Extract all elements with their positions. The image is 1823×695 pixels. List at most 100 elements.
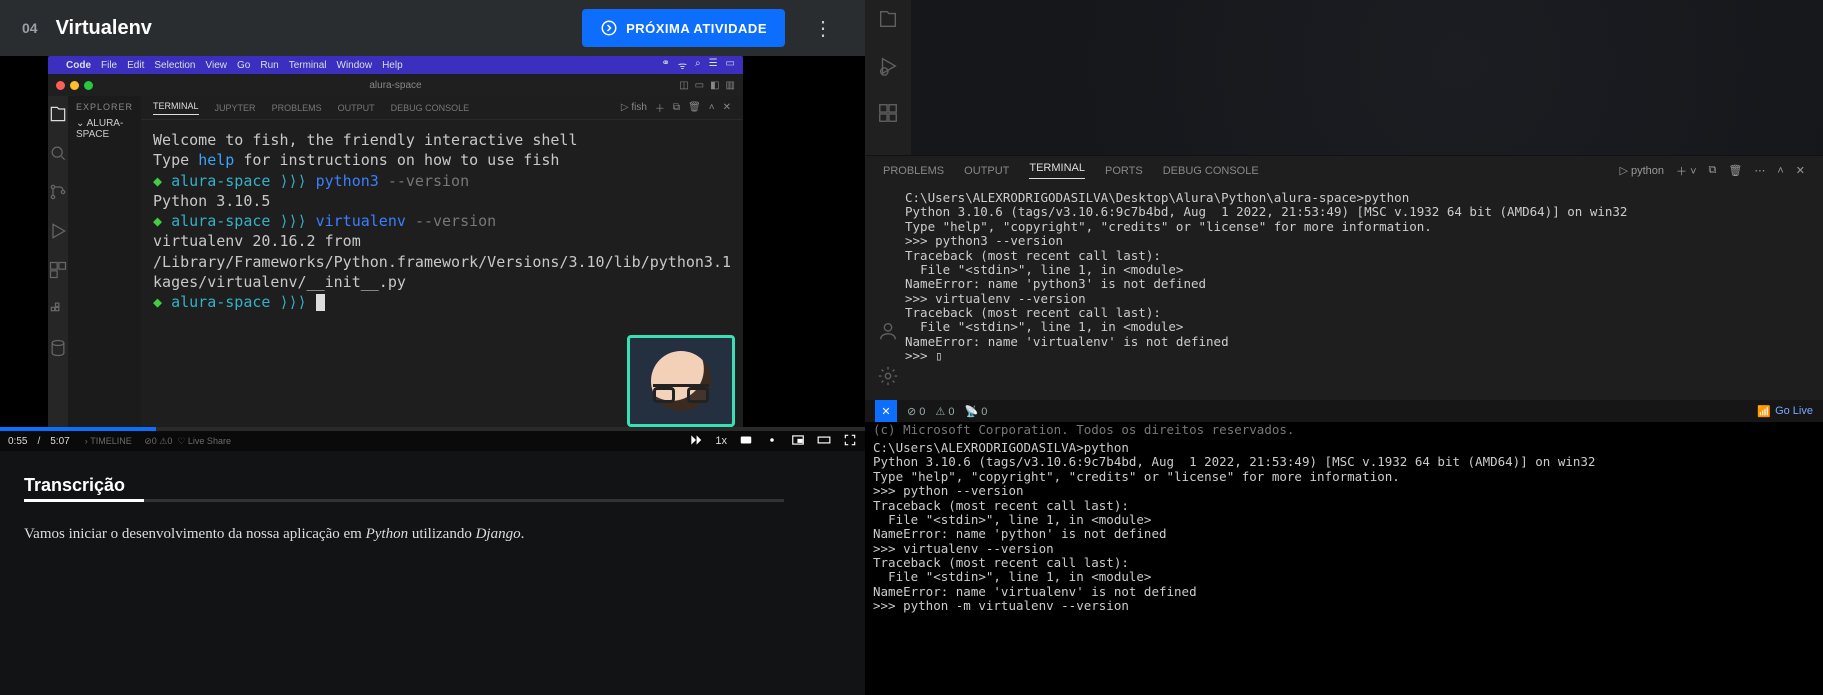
next-activity-button[interactable]: PRÓXIMA ATIVIDADE bbox=[582, 9, 785, 47]
tab-debug-console[interactable]: DEBUG CONSOLE bbox=[391, 103, 470, 113]
menu-edit[interactable]: Edit bbox=[127, 60, 144, 71]
video-frame: Code File Edit Selection View Go Run Ter… bbox=[48, 56, 743, 431]
shell-fish-icon[interactable]: ▷ fish bbox=[621, 102, 647, 113]
window-title: alura-space bbox=[369, 80, 421, 91]
menu-view[interactable]: View bbox=[206, 60, 228, 71]
transcript-section: Transcrição Vamos iniciar o desenvolvime… bbox=[0, 451, 865, 567]
menu-selection[interactable]: Selection bbox=[154, 60, 195, 71]
status-warnings[interactable]: ⚠ 0 bbox=[935, 405, 954, 418]
menu-terminal[interactable]: Terminal bbox=[289, 60, 327, 71]
run-debug-icon[interactable] bbox=[877, 55, 899, 82]
transcript-body: Vamos iniciar o desenvolvimento da nossa… bbox=[24, 526, 841, 543]
docker-icon[interactable] bbox=[48, 299, 68, 324]
menu-help[interactable]: Help bbox=[382, 60, 403, 71]
database-icon[interactable] bbox=[48, 338, 68, 363]
window-close-icon[interactable] bbox=[56, 81, 65, 90]
arrow-right-circle-icon bbox=[600, 19, 618, 37]
playback-speed[interactable]: 1x bbox=[715, 435, 727, 447]
accounts-icon[interactable] bbox=[877, 320, 899, 347]
explorer-folder[interactable]: ⌄ ALURA-SPACE bbox=[76, 118, 133, 140]
window-minimize-icon[interactable] bbox=[70, 81, 79, 90]
menu-run[interactable]: Run bbox=[260, 60, 278, 71]
lesson-title: Virtualenv bbox=[56, 17, 152, 40]
go-live-button[interactable]: 📶 Go Live bbox=[1757, 405, 1813, 418]
wifi-icon: ᯤ bbox=[678, 58, 687, 72]
search-icon: ⌕ bbox=[695, 58, 701, 72]
more-menu-icon[interactable]: ⋮ bbox=[803, 16, 843, 41]
panel-tabs: TERMINAL JUPYTER PROBLEMS OUTPUT DEBUG C… bbox=[141, 96, 743, 120]
close-panel-icon[interactable]: ✕ bbox=[1796, 164, 1805, 177]
extensions-icon[interactable] bbox=[48, 260, 68, 285]
lesson-number: 04 bbox=[22, 20, 38, 36]
explorer-icon[interactable] bbox=[48, 104, 68, 129]
source-control-icon[interactable] bbox=[48, 182, 68, 207]
app-name: Code bbox=[66, 60, 91, 71]
video-time-current: 0:55 bbox=[8, 436, 27, 447]
video-time-duration: 5:07 bbox=[50, 436, 69, 447]
lesson-header: 04 Virtualenv PRÓXIMA ATIVIDADE ⋮ bbox=[0, 0, 865, 56]
window-maximize-icon[interactable] bbox=[84, 81, 93, 90]
menu-go[interactable]: Go bbox=[237, 60, 250, 71]
kill-terminal-icon[interactable]: 🗑 bbox=[1728, 164, 1742, 177]
theater-icon[interactable] bbox=[817, 433, 831, 450]
search-icon[interactable] bbox=[48, 143, 68, 168]
bluetooth-icon: ⚭ bbox=[661, 58, 669, 72]
tab-output[interactable]: OUTPUT bbox=[964, 165, 1009, 177]
settings-gear-icon[interactable] bbox=[765, 433, 779, 450]
new-terminal-icon[interactable]: ＋ ˅ bbox=[1676, 163, 1696, 179]
vscode-titlebar: alura-space ◫ ▭ ◧ ▥ bbox=[48, 74, 743, 96]
transcript-heading: Transcrição bbox=[24, 475, 125, 502]
activity-bar bbox=[48, 96, 68, 431]
skip-forward-icon[interactable] bbox=[689, 433, 703, 450]
status-ports[interactable]: 📡 0 bbox=[964, 405, 987, 418]
timeline-label: TIMELINE bbox=[90, 436, 132, 446]
tab-output[interactable]: OUTPUT bbox=[338, 103, 375, 113]
more-icon[interactable]: ⋯ bbox=[1754, 164, 1765, 177]
close-panel-icon[interactable]: ✕ bbox=[723, 102, 731, 113]
captions-icon[interactable] bbox=[739, 433, 753, 450]
layout-toggle-icon[interactable]: ◫ bbox=[679, 80, 688, 91]
tab-debug-console[interactable]: DEBUG CONSOLE bbox=[1163, 165, 1259, 177]
explorer-icon[interactable] bbox=[877, 8, 899, 35]
video-controls: 0:55 / 5:07 › TIMELINE ⊘0 ⚠0 ♡ Live Shar… bbox=[0, 431, 865, 451]
shell-python-icon[interactable]: ▷ python bbox=[1619, 164, 1664, 177]
status-bar: ✕ ⊘ 0 ⚠ 0 📡 0 📶 Go Live bbox=[865, 400, 1823, 422]
tab-problems[interactable]: PROBLEMS bbox=[883, 165, 944, 177]
panel-tabs: PROBLEMS OUTPUT TERMINAL PORTS DEBUG CON… bbox=[865, 155, 1823, 185]
ms-copyright: (c) Microsoft Corporation. Todos os dire… bbox=[865, 422, 1823, 437]
instructor-picture-in-picture bbox=[627, 335, 735, 427]
terminal-cursor bbox=[316, 294, 325, 311]
menu-window[interactable]: Window bbox=[337, 60, 373, 71]
split-terminal-icon[interactable]: ⧉ bbox=[673, 102, 680, 113]
new-terminal-icon[interactable]: ＋ bbox=[655, 100, 665, 115]
kill-terminal-icon[interactable]: 🗑 bbox=[688, 102, 701, 113]
status-errors[interactable]: ⊘ 0 bbox=[907, 405, 925, 418]
tab-terminal[interactable]: TERMINAL bbox=[153, 101, 199, 115]
tab-problems[interactable]: PROBLEMS bbox=[272, 103, 322, 113]
integrated-terminal-output[interactable]: C:\Users\ALEXRODRIGODASILVA\Desktop\Alur… bbox=[865, 185, 1823, 400]
explorer-header: EXPLORER bbox=[76, 102, 133, 112]
extensions-icon[interactable] bbox=[877, 102, 899, 129]
tab-ports[interactable]: PORTS bbox=[1105, 165, 1143, 177]
pip-icon[interactable] bbox=[791, 433, 805, 450]
split-terminal-icon[interactable]: ⧉ bbox=[1709, 164, 1717, 177]
vscode-window: PROBLEMS OUTPUT TERMINAL PORTS DEBUG CON… bbox=[865, 0, 1823, 695]
tab-terminal[interactable]: TERMINAL bbox=[1029, 162, 1085, 179]
activity-bar bbox=[865, 0, 911, 155]
maximize-panel-icon[interactable]: ˄ bbox=[709, 102, 715, 113]
settings-gear-icon[interactable] bbox=[877, 365, 899, 392]
remote-indicator-icon[interactable]: ✕ bbox=[875, 400, 897, 422]
maximize-panel-icon[interactable]: ˄ bbox=[1777, 165, 1783, 177]
fullscreen-icon[interactable] bbox=[843, 433, 857, 450]
layout-customize-icon[interactable]: ▥ bbox=[726, 80, 735, 91]
control-center-icon: ☰ bbox=[709, 58, 718, 72]
next-activity-label: PRÓXIMA ATIVIDADE bbox=[626, 21, 767, 36]
tab-jupyter[interactable]: JUPYTER bbox=[215, 103, 256, 113]
run-debug-icon[interactable] bbox=[48, 221, 68, 246]
macos-menubar: Code File Edit Selection View Go Run Ter… bbox=[48, 56, 743, 74]
menu-file[interactable]: File bbox=[101, 60, 117, 71]
explorer-sidebar: EXPLORER ⌄ ALURA-SPACE bbox=[68, 96, 141, 431]
layout-sidebar-icon[interactable]: ◧ bbox=[710, 80, 719, 91]
layout-panel-icon[interactable]: ▭ bbox=[695, 80, 704, 91]
external-terminal-output[interactable]: C:\Users\ALEXRODRIGODASILVA>python Pytho… bbox=[865, 437, 1823, 695]
